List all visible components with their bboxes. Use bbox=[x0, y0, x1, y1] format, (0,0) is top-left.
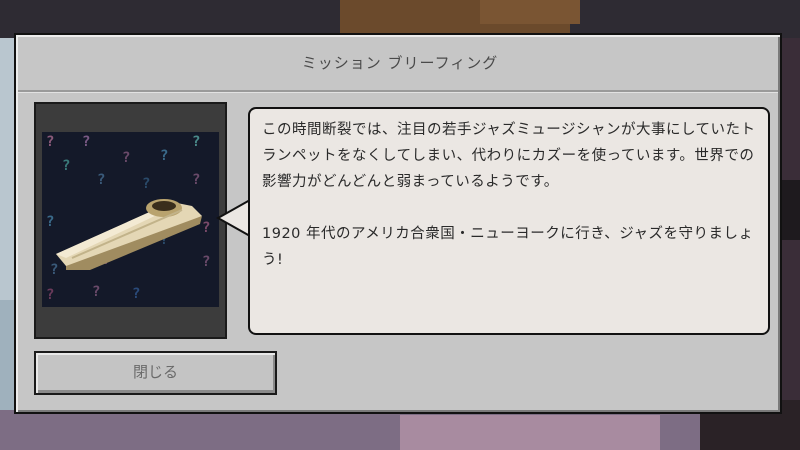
briefing-image-frame: ? ? ? ? ? ? ? ? ? ? ? ? ? ? ? ? ? ? bbox=[34, 102, 227, 339]
question-mark-icon: ? bbox=[132, 286, 141, 302]
question-mark-icon: ? bbox=[92, 284, 101, 300]
question-mark-icon: ? bbox=[160, 148, 169, 164]
briefing-speech-bubble: この時間断裂では、注目の若手ジャズミュージシャンが大事にしていたトランペットをな… bbox=[248, 107, 770, 335]
question-mark-icon: ? bbox=[62, 158, 71, 174]
kazoo-image: ? ? ? ? ? ? ? ? ? ? ? ? ? ? ? ? ? ? bbox=[42, 132, 219, 307]
question-mark-icon: ? bbox=[122, 150, 131, 166]
title-divider-highlight bbox=[18, 92, 778, 93]
briefing-text: この時間断裂では、注目の若手ジャズミュージシャンが大事にしていたトランペットをな… bbox=[262, 117, 762, 273]
briefing-paragraph-1: この時間断裂では、注目の若手ジャズミュージシャンが大事にしていたトランペットをな… bbox=[262, 122, 756, 190]
question-mark-icon: ? bbox=[192, 134, 201, 150]
background-wood-sign-2 bbox=[480, 0, 580, 24]
question-mark-icon: ? bbox=[46, 287, 55, 303]
question-mark-icon: ? bbox=[82, 134, 91, 150]
mission-briefing-dialog: ミッション ブリーフィング ? ? ? ? ? ? ? ? ? ? ? ? ? … bbox=[14, 33, 782, 414]
speech-bubble-tail bbox=[216, 198, 252, 238]
game-scene: ミッション ブリーフィング ? ? ? ? ? ? ? ? ? ? ? ? ? … bbox=[0, 0, 800, 450]
briefing-paragraph-2: 1920 年代のアメリカ合衆国・ニューヨークに行き、ジャズを守りましょう! bbox=[262, 226, 754, 268]
background-strip bbox=[780, 180, 800, 240]
kazoo-icon bbox=[56, 199, 202, 270]
close-button[interactable]: 閉じる bbox=[34, 351, 277, 395]
background-floor-pink bbox=[400, 415, 660, 450]
question-mark-icon: ? bbox=[46, 134, 55, 150]
dialog-title: ミッション ブリーフィング bbox=[301, 54, 499, 72]
